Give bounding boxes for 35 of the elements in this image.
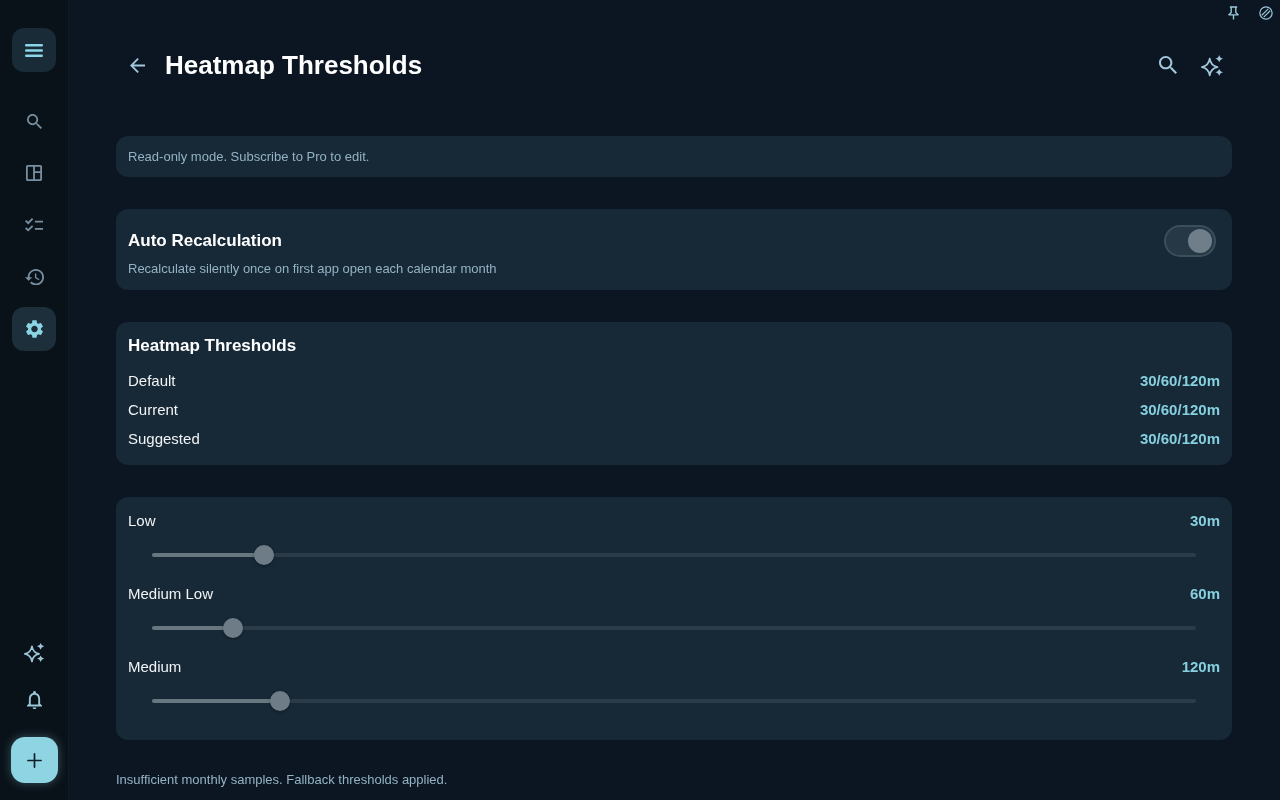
row-value: 30/60/120m [1139,400,1220,419]
sparkle-icon[interactable] [1201,53,1224,77]
settings-icon [25,320,43,338]
page-title: Heatmap Thresholds [165,49,423,81]
menu-button[interactable] [12,28,56,72]
row-value: 30/60/120m [1139,371,1220,390]
history-icon [24,268,44,286]
card-title: Heatmap Thresholds [128,336,298,356]
add-button[interactable] [10,737,58,783]
layout-icon [26,165,42,181]
striped-circle-icon[interactable] [1259,6,1273,20]
pin-icon[interactable] [1228,6,1239,20]
row-label: Current [128,400,179,419]
back-arrow-icon[interactable] [130,57,145,73]
slider-label: Medium [128,658,182,676]
slider-reading: 30m [1189,512,1220,530]
slider-reading: 120m [1181,658,1220,676]
slider-label: Medium Low [128,585,214,603]
search-icon [26,113,42,129]
search-icon[interactable] [1159,56,1177,74]
bell-icon [26,690,42,710]
row-value: 30/60/120m [1139,429,1220,448]
notice-text: Read-only mode. Subscribe to Pro to edit. [128,148,370,165]
setting-description: Recalculate silently once on first app open each calendar month [128,261,498,277]
nav-button[interactable] [12,307,56,351]
row-label: Suggested [128,429,200,448]
slider-label: Low [128,512,156,530]
sparkle-icon [23,641,45,663]
footer-note: Insufficient monthly samples. Fallback thresholds applied. [116,772,449,788]
setting-title: Auto Recalculation [128,231,282,251]
menu-icon [25,43,43,57]
checklist-icon [25,218,43,232]
row-label: Default [128,371,176,390]
slider-reading: 60m [1189,585,1220,603]
plus-icon [26,752,42,768]
